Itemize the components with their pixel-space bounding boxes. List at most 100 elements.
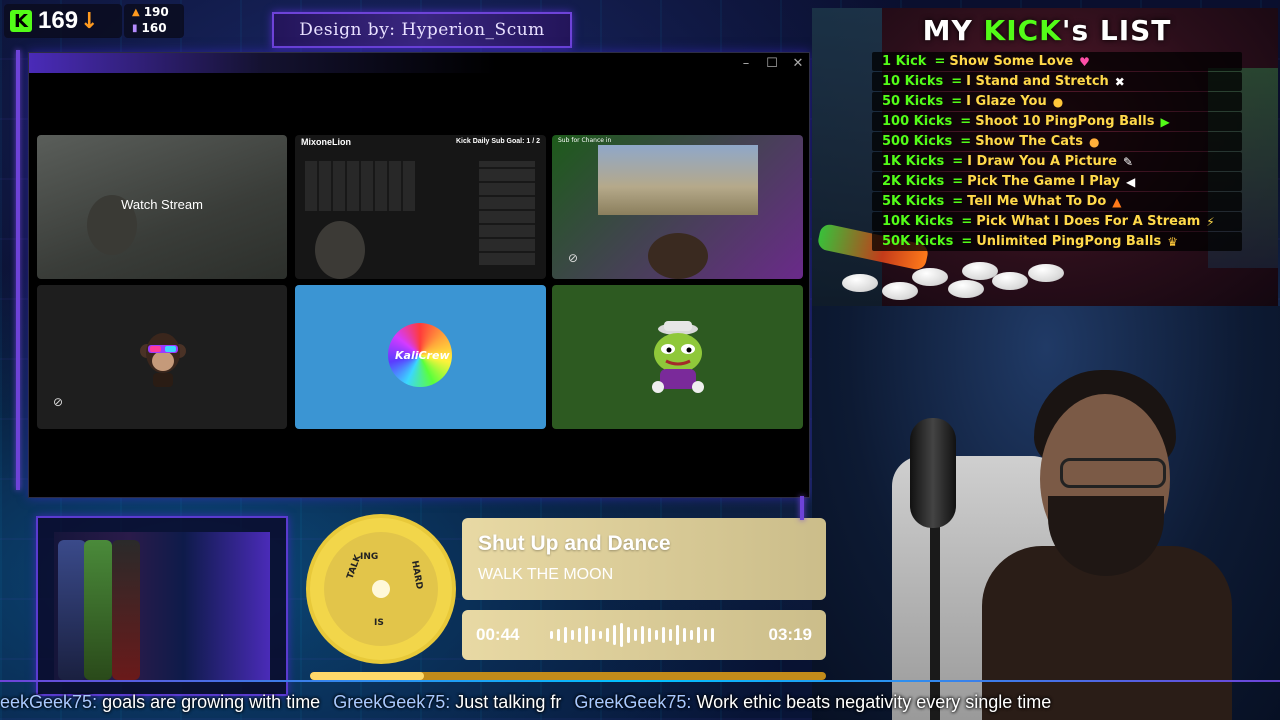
kick-reward: Pick What I Does For A Stream	[976, 214, 1201, 229]
pingpong-ball	[882, 282, 918, 300]
stat-a: 190	[143, 5, 169, 19]
kick-logo-icon: K	[10, 10, 32, 32]
equals-sign: =	[961, 214, 973, 229]
ticker-message: GreekGeek75: Just talking fr	[333, 692, 561, 712]
waveform-bar	[648, 628, 651, 642]
logo-text: KaliCrew	[395, 349, 450, 362]
waveform-bar	[592, 629, 595, 641]
maximize-button[interactable]: ☐	[765, 56, 779, 71]
inventory-grid	[305, 161, 415, 211]
kick-amount: 5K Kicks	[882, 194, 945, 209]
waveform-bar	[634, 629, 637, 641]
playback-time: 00:44 03:19	[462, 610, 826, 660]
streamer-cam	[648, 233, 708, 279]
blaster-icon: ▶	[1160, 114, 1170, 129]
album-text: ING	[360, 552, 379, 562]
stretch-icon: ✖	[1114, 74, 1125, 89]
stream-tile-6[interactable]	[552, 285, 803, 429]
list-item: 1K Kicks = I Draw You A Picture ✎	[872, 152, 1242, 171]
kick-amount: 50 Kicks	[882, 94, 944, 109]
song-title: Shut Up and Dance	[478, 532, 671, 555]
list-item: 500 Kicks = Show The Cats ●	[872, 132, 1242, 151]
watch-stream-label[interactable]: Watch Stream	[37, 197, 287, 212]
pingpong-ball	[992, 272, 1028, 290]
chat-text: Work ethic beats negativity every single…	[696, 692, 1052, 712]
minimize-button[interactable]: –	[739, 56, 753, 71]
song-artist: WALK THE MOON	[478, 566, 614, 583]
stream-tile-1[interactable]: Watch Stream	[37, 135, 287, 279]
person-icon: ▲	[132, 6, 140, 18]
kick-reward: Pick The Game I Play	[967, 174, 1121, 189]
kick-list-title: MY KICK's LIST	[852, 14, 1242, 47]
lightning-icon: ⚡	[1206, 214, 1215, 229]
fire-icon: ▲	[1112, 194, 1122, 209]
waveform-bar	[655, 630, 658, 640]
chat-username: GreekGeek75:	[333, 692, 451, 712]
frame-accent	[16, 50, 20, 490]
waveform-bar	[690, 630, 693, 640]
equals-sign: =	[961, 234, 973, 249]
cam-off-icon: ⊘	[53, 395, 64, 409]
album-disc: TALK ING IS HARD	[310, 518, 452, 660]
waveform-bar	[662, 627, 665, 643]
equals-sign: =	[951, 94, 963, 109]
stream-window: – ☐ ✕ Watch Stream MixoneLion Kick Daily…	[28, 52, 810, 498]
title-prefix: MY	[922, 14, 984, 47]
stream-tile-4[interactable]: ⊘	[37, 285, 287, 429]
waveform-bar	[627, 627, 630, 643]
waveform-bar	[704, 629, 707, 641]
song-progress-bar[interactable]	[310, 672, 826, 680]
close-button[interactable]: ✕	[791, 56, 805, 71]
stream-tile-2[interactable]: MixoneLion Kick Daily Sub Goal: 1 / 2	[295, 135, 546, 279]
waveform-bar	[697, 627, 700, 643]
kick-reward-list: 1 Kick = Show Some Love ♥ 10 Kicks = I Stand …	[872, 52, 1242, 252]
kick-amount: 1 Kick	[882, 54, 927, 69]
kick-reward: Shoot 10 PingPong Balls	[975, 114, 1155, 129]
waveform-bar	[641, 626, 644, 644]
cat-icon: ●	[1089, 134, 1100, 149]
list-item: 50 Kicks = I Glaze You ●	[872, 92, 1242, 111]
kick-amount: 10K Kicks	[882, 214, 954, 229]
overlay-text: Sub for Chance in	[558, 137, 612, 144]
mini-stats: ▲ 190 ▮ 160	[124, 4, 184, 38]
title-kick: KICK	[983, 14, 1062, 47]
mic-arm	[930, 526, 940, 720]
list-item: 1 Kick = Show Some Love ♥	[872, 52, 1242, 71]
character-figure	[58, 540, 86, 680]
list-item: 2K Kicks = Pick The Game I Play ◀	[872, 172, 1242, 191]
equals-sign: =	[952, 194, 964, 209]
character-figure	[84, 540, 112, 680]
waveform-bar	[683, 628, 686, 642]
kick-count: 169	[38, 7, 79, 34]
trophy-icon: ♛	[1167, 234, 1178, 249]
chat-ticker: eekGeek75: goals are growing with time G…	[0, 692, 1280, 720]
equals-sign: =	[952, 154, 964, 169]
character-art	[54, 532, 270, 682]
list-item: 10K Kicks = Pick What I Does For A Stream ⚡	[872, 212, 1242, 231]
glaze-emoji-icon: ●	[1052, 94, 1064, 109]
stream-tile-5[interactable]: KaliCrew	[295, 285, 546, 429]
title-suffix: 's LIST	[1061, 14, 1172, 47]
pingpong-ball	[1028, 264, 1064, 282]
equals-sign: =	[934, 54, 946, 69]
waveform-bar	[676, 625, 679, 645]
divider	[0, 680, 1280, 682]
stat-b: 160	[141, 21, 167, 35]
kick-amount: 2K Kicks	[882, 174, 945, 189]
list-item: 50K Kicks = Unlimited PingPong Balls ♛	[872, 232, 1242, 251]
stream-tile-3[interactable]: Sub for Chance in ⊘	[552, 135, 803, 279]
megaphone-icon: ◀	[1126, 174, 1136, 189]
waveform-bar	[606, 628, 609, 642]
waveform-bar	[613, 625, 616, 645]
kick-amount: 1K Kicks	[882, 154, 945, 169]
album-text: IS	[374, 618, 384, 628]
equals-sign: =	[952, 174, 964, 189]
waveform-bar	[564, 627, 567, 643]
kick-reward: Show Some Love	[949, 54, 1074, 69]
waveform-bar	[550, 631, 553, 639]
current-time: 00:44	[476, 625, 520, 644]
waveform	[550, 623, 740, 647]
now-playing-info: Shut Up and Dance WALK THE MOON	[462, 518, 826, 600]
window-titlebar: – ☐ ✕	[29, 53, 809, 73]
chat-username: eekGeek75:	[0, 692, 98, 712]
